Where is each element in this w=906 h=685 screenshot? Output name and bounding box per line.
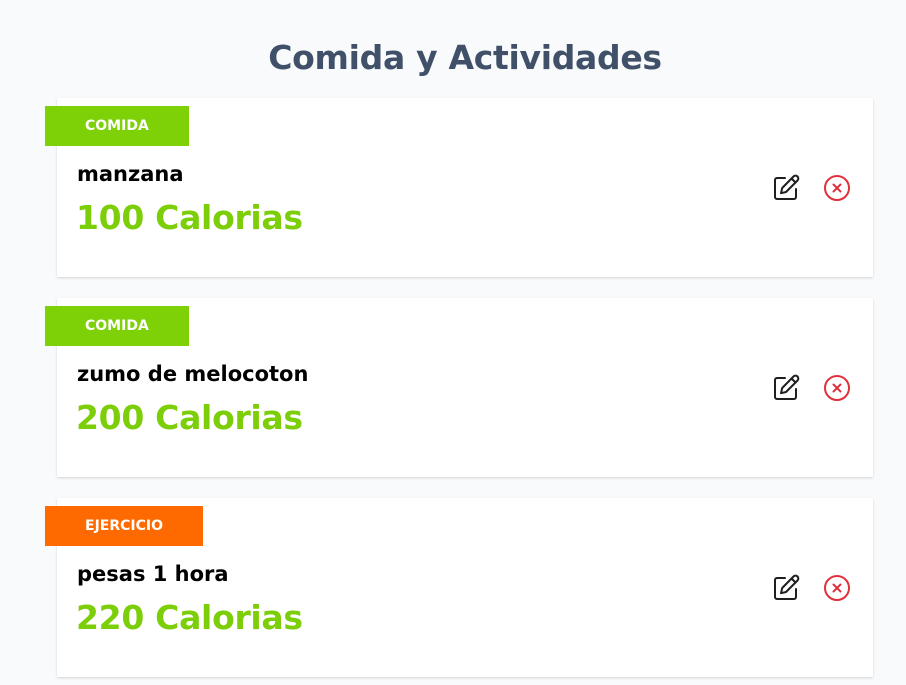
- edit-button[interactable]: [770, 372, 802, 404]
- delete-button[interactable]: [821, 172, 853, 204]
- x-circle-icon: [824, 575, 850, 601]
- delete-button[interactable]: [821, 572, 853, 604]
- category-badge: EJERCICIO: [45, 506, 203, 546]
- delete-button[interactable]: [821, 372, 853, 404]
- entry-name: zumo de melocoton: [77, 362, 309, 386]
- entry-list: COMIDA manzana 100 Calorias COMIDA zumo …: [0, 0, 906, 685]
- entry-calories: 100 Calorias: [76, 198, 303, 237]
- pencil-square-icon: [774, 174, 800, 200]
- x-circle-icon: [824, 375, 850, 401]
- pencil-square-icon: [774, 574, 800, 600]
- entry-card: COMIDA zumo de melocoton 200 Calorias: [45, 298, 873, 477]
- x-circle-icon: [824, 175, 850, 201]
- entry-calories: 220 Calorias: [76, 598, 303, 637]
- entry-name: pesas 1 hora: [77, 562, 229, 586]
- pencil-square-icon: [774, 374, 800, 400]
- entry-name: manzana: [77, 162, 184, 186]
- category-badge: COMIDA: [45, 306, 189, 346]
- entry-calories: 200 Calorias: [76, 398, 303, 437]
- entry-card: EJERCICIO pesas 1 hora 220 Calorias: [45, 498, 873, 677]
- entry-card: COMIDA manzana 100 Calorias: [45, 98, 873, 277]
- edit-button[interactable]: [770, 572, 802, 604]
- category-badge: COMIDA: [45, 106, 189, 146]
- edit-button[interactable]: [770, 172, 802, 204]
